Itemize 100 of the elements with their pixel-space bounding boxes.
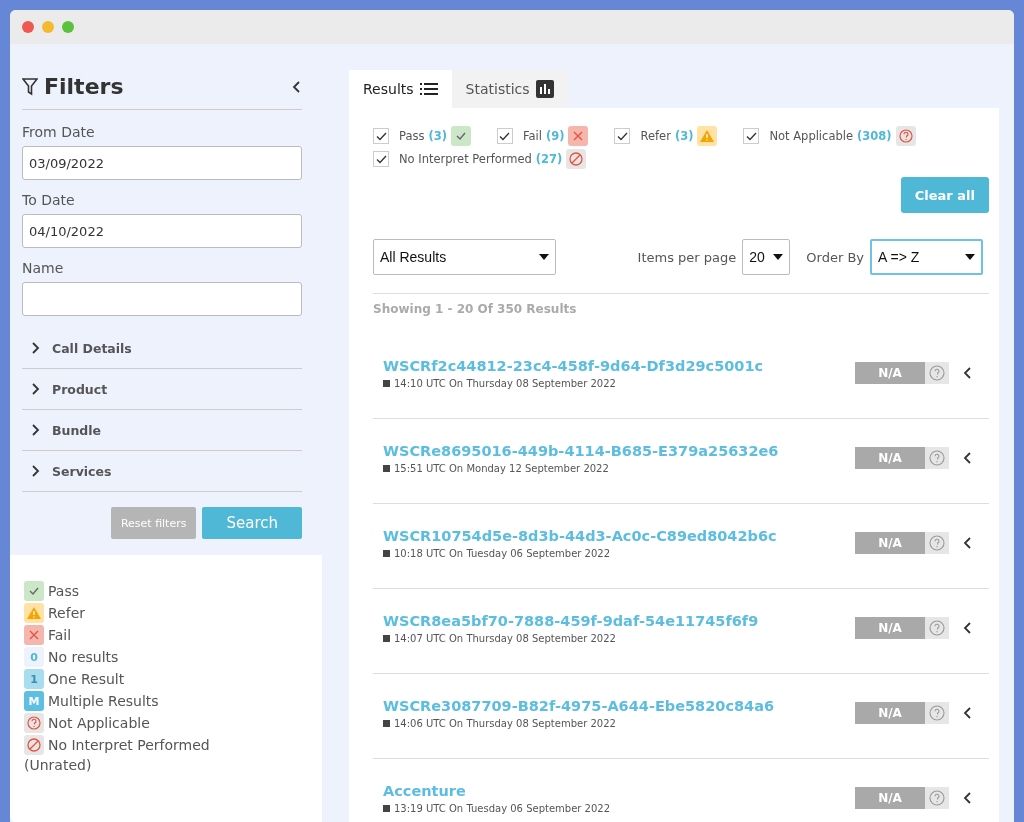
status-badge: N/A <box>855 362 949 384</box>
expand-icon[interactable] <box>963 792 973 804</box>
square-icon <box>383 634 390 642</box>
input-field[interactable]: 04/10/2022 <box>22 214 302 248</box>
field-label: To Date <box>22 192 76 208</box>
order-by-dropdown[interactable]: A => Z <box>870 239 983 275</box>
status-badge: N/A <box>855 617 949 639</box>
expand-icon[interactable] <box>963 537 973 549</box>
items-per-page-dropdown[interactable]: 20 <box>742 239 791 275</box>
question-icon <box>929 450 945 466</box>
filters-heading: Filters <box>44 74 124 99</box>
filter-count: (308) <box>857 129 892 143</box>
results-dropdown[interactable]: All Results <box>373 239 556 275</box>
accordion-section[interactable]: Call Details <box>22 328 302 369</box>
checkbox[interactable] <box>743 128 760 144</box>
filter-label: Refer <box>640 129 671 143</box>
legend-label: One Result <box>48 671 125 687</box>
chevron-icon <box>30 342 40 354</box>
bar-chart-icon <box>535 80 554 98</box>
prohibited-icon <box>566 149 587 169</box>
checkbox[interactable] <box>373 151 389 167</box>
status-badge: N/A <box>855 447 949 469</box>
checkbox[interactable] <box>373 128 389 144</box>
one-badge: 1 <box>24 669 44 689</box>
prohibited-icon <box>24 735 44 755</box>
filter-count: (9) <box>545 129 565 143</box>
accordion-section[interactable]: Services <box>22 451 302 492</box>
list-icon <box>419 83 438 95</box>
filter-label: Fail <box>522 129 542 143</box>
items-per-page-label: Items per page <box>637 249 737 265</box>
result-timestamp: 14:07 UTC On Thursday 08 September 2022 <box>394 632 616 644</box>
input-field[interactable]: 03/09/2022 <box>22 146 302 180</box>
question-icon <box>24 713 44 733</box>
legend-label: No results <box>48 649 119 665</box>
result-timestamp: 13:19 UTC On Tuesday 06 September 2022 <box>394 802 611 814</box>
chevron-icon <box>30 383 40 395</box>
filter-label: Not Applicable <box>769 129 853 143</box>
check-icon <box>24 581 44 601</box>
legend-note: (Unrated) <box>24 757 93 773</box>
legend-label: Multiple Results <box>48 693 159 709</box>
expand-icon[interactable] <box>963 707 973 719</box>
order-by-label: Order By <box>806 249 864 265</box>
multiple-badge: M <box>24 691 44 711</box>
question-icon <box>929 705 945 721</box>
caret-icon <box>773 254 784 260</box>
accordion-section[interactable]: Product <box>22 369 302 410</box>
close-window-dot[interactable] <box>22 21 34 33</box>
status-badge: N/A <box>855 787 949 809</box>
filter-count: (27) <box>535 152 563 166</box>
field-label: Name <box>22 260 65 276</box>
accordion-section[interactable]: Bundle <box>22 410 302 451</box>
result-timestamp: 15:51 UTC On Monday 12 September 2022 <box>394 462 609 474</box>
expand-icon[interactable] <box>963 367 973 379</box>
filter-count: (3) <box>674 129 694 143</box>
cross-icon <box>568 126 589 146</box>
square-icon <box>383 464 390 472</box>
result-timestamp: 14:06 UTC On Thursday 08 September 2022 <box>394 717 616 729</box>
legend-label: Refer <box>48 605 85 621</box>
maximize-window-dot[interactable] <box>62 21 74 33</box>
warning-icon <box>697 126 718 146</box>
check-icon <box>450 126 471 146</box>
chevron-icon <box>30 465 40 477</box>
chevron-icon <box>30 424 40 436</box>
minimize-window-dot[interactable] <box>42 21 54 33</box>
question-icon <box>929 620 945 636</box>
square-icon <box>383 549 390 557</box>
caret-icon <box>539 254 549 260</box>
question-icon <box>895 126 916 146</box>
square-icon <box>383 804 390 812</box>
expand-icon[interactable] <box>963 622 973 634</box>
checkbox[interactable] <box>614 128 631 144</box>
tab[interactable]: Statistics <box>451 70 568 108</box>
caret-icon <box>965 254 975 260</box>
checkbox[interactable] <box>496 128 513 144</box>
result-timestamp: 14:10 UTC On Thursday 08 September 2022 <box>394 377 616 389</box>
tab[interactable]: Results <box>349 70 452 108</box>
filter-icon <box>22 77 38 96</box>
input-field[interactable] <box>22 282 302 316</box>
filter-label: No Interpret Performed <box>399 152 532 166</box>
expand-icon[interactable] <box>963 452 973 464</box>
status-badge: N/A <box>855 702 949 724</box>
zero-badge: 0 <box>24 647 44 667</box>
result-timestamp: 10:18 UTC On Tuesday 06 September 2022 <box>394 547 611 559</box>
question-icon <box>929 365 945 381</box>
square-icon <box>383 379 390 387</box>
legend-label: No Interpret Performed <box>48 737 210 753</box>
square-icon <box>383 719 390 727</box>
legend-label: Pass <box>48 583 79 599</box>
results-summary: Showing 1 - 20 Of 350 Results <box>373 301 578 318</box>
legend-label: Not Applicable <box>48 715 150 731</box>
filter-label: Pass <box>399 129 425 143</box>
collapse-icon[interactable] <box>292 80 302 93</box>
cross-icon <box>24 625 44 645</box>
question-icon <box>929 790 945 806</box>
status-badge: N/A <box>855 532 949 554</box>
field-label: From Date <box>22 124 96 140</box>
legend-label: Fail <box>48 627 72 643</box>
question-icon <box>929 535 945 551</box>
warning-icon <box>24 603 44 623</box>
filter-count: (3) <box>428 129 447 143</box>
